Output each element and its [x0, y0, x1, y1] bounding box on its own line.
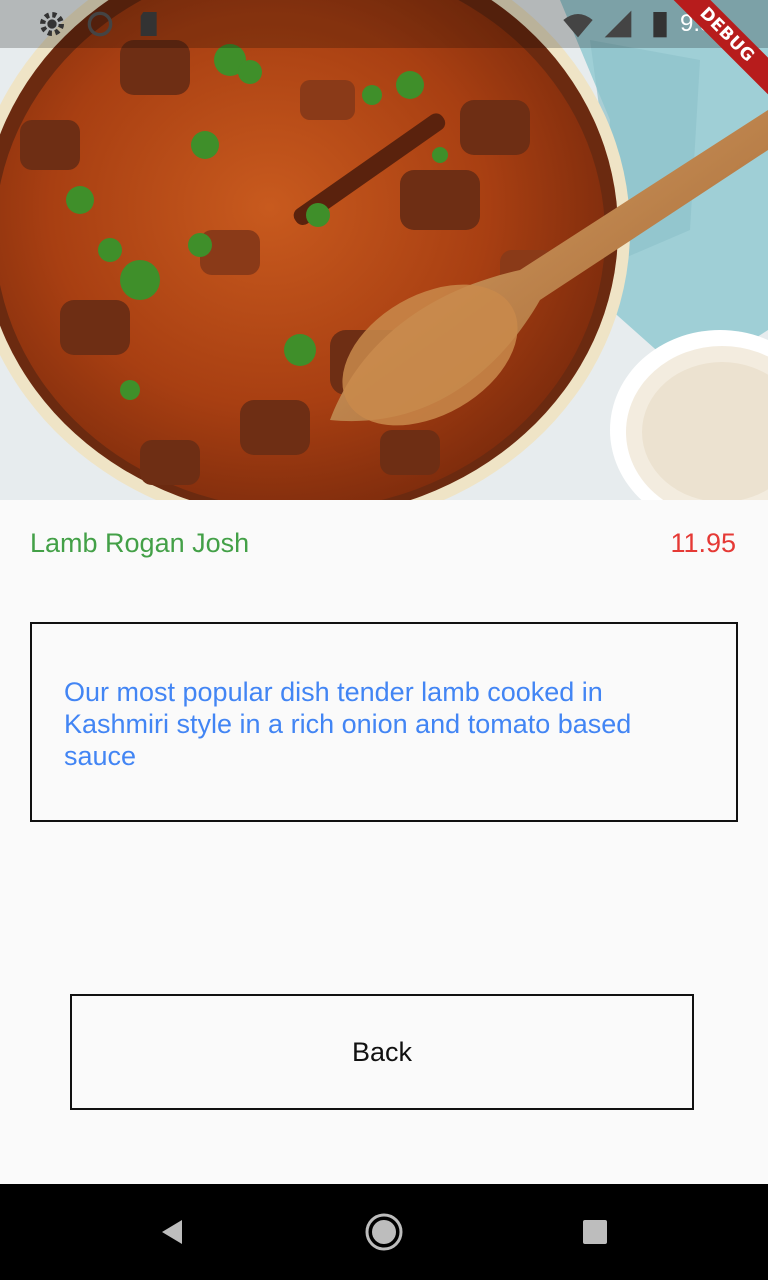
signal-icon [604, 10, 632, 38]
description-box: Our most popular dish tender lamb cooked… [30, 622, 738, 822]
status-bar: 9:51 [0, 0, 768, 48]
back-button[interactable]: Back [70, 994, 694, 1110]
dish-description: Our most popular dish tender lamb cooked… [64, 677, 632, 771]
sd-card-icon [140, 12, 157, 36]
dish-image [0, 0, 768, 500]
home-circle-icon[interactable] [360, 1208, 408, 1256]
dish-name: Lamb Rogan Josh [30, 528, 250, 558]
wifi-icon [563, 14, 593, 38]
sync-icon [87, 11, 113, 37]
settings-icon [40, 12, 64, 36]
recents-square-icon[interactable] [571, 1208, 619, 1256]
debug-banner: DEBUG [658, 0, 768, 110]
dish-price: 11.95 [670, 528, 736, 558]
navigation-bar [0, 1184, 768, 1280]
back-triangle-icon[interactable] [148, 1208, 196, 1256]
debug-label: DEBUG [664, 0, 768, 98]
